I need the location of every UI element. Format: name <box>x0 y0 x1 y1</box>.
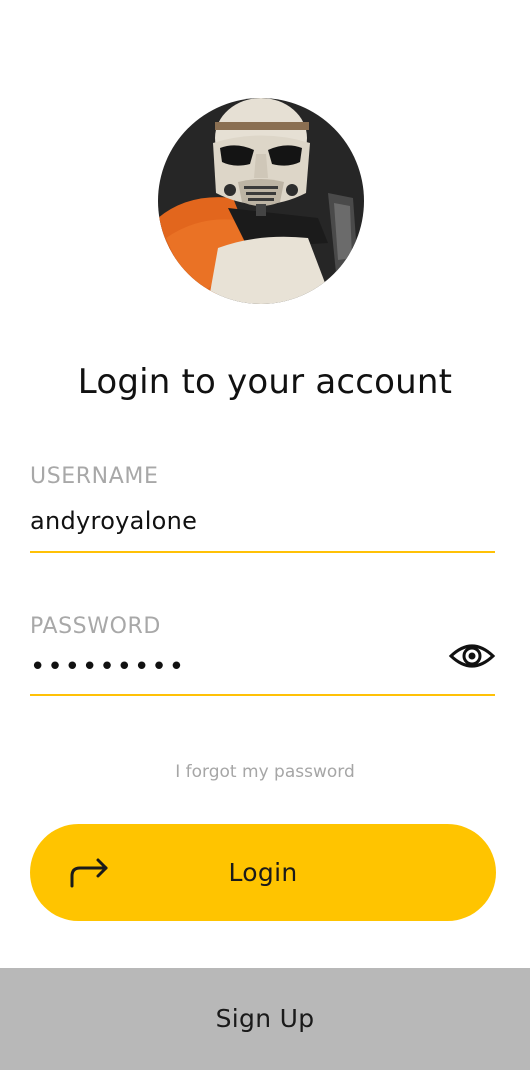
page-title: Login to your account <box>77 362 453 402</box>
stormtrooper-avatar-icon <box>158 98 364 304</box>
username-underline <box>30 551 495 553</box>
password-input[interactable]: ••••••••• <box>30 652 186 682</box>
username-input[interactable]: andyroyalone <box>30 507 197 535</box>
avatar <box>158 98 364 304</box>
password-underline <box>30 694 495 696</box>
signup-button[interactable]: Sign Up <box>0 968 530 1070</box>
login-screen: Login to your account USERNAME andyroyal… <box>0 0 530 1070</box>
username-label: USERNAME <box>30 464 159 489</box>
login-button[interactable]: Login <box>30 824 496 921</box>
eye-icon[interactable] <box>448 640 496 672</box>
login-button-label: Login <box>228 858 298 887</box>
forgot-password-link[interactable]: I forgot my password <box>0 762 530 782</box>
signup-button-label: Sign Up <box>215 1004 315 1033</box>
password-label: PASSWORD <box>30 614 161 639</box>
